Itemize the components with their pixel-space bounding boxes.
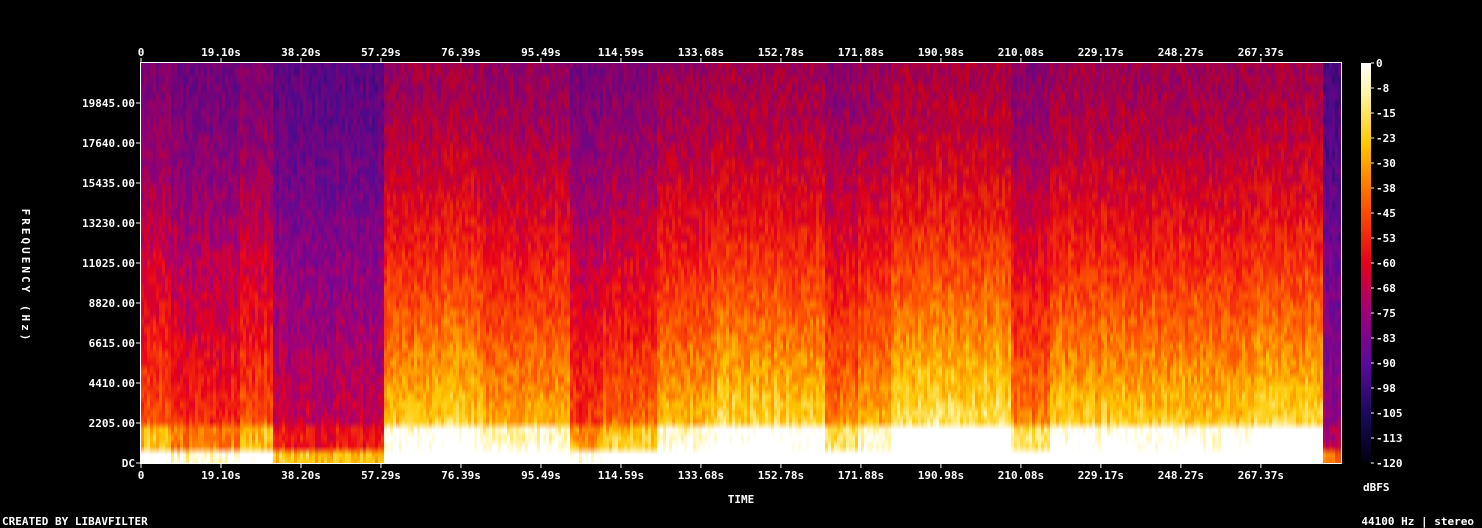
x-axis-label: TIME <box>728 493 755 506</box>
colorbar-tick-label: -8 <box>1376 82 1389 95</box>
spectrogram-plot <box>140 62 1342 464</box>
x-axis-top: 0 19.10s 38.20s 57.29s 76.39s 95.49s 114.59s 13… <box>138 46 1284 62</box>
colorbar: 0 -8 -15 -23 -30 -38 -45 -53 -60 -68 -75 -83 -90 -98 -… <box>1361 57 1403 494</box>
x-tick-label-bottom: 19.10s <box>201 469 241 482</box>
x-tick-label-top: 267.37s <box>1238 46 1284 59</box>
x-tick-label-bottom: 38.20s <box>281 469 321 482</box>
x-tick-label-top: 76.39s <box>441 46 481 59</box>
y-axis-label: FREQUENCY (Hz) <box>19 209 32 344</box>
y-tick-label: 13230.00 <box>82 217 135 230</box>
x-tick-label-bottom: 57.29s <box>361 469 401 482</box>
x-tick-label-top: 190.98s <box>918 46 964 59</box>
x-tick-label-bottom: 229.17s <box>1078 469 1124 482</box>
x-tick-label-bottom: 152.78s <box>758 469 804 482</box>
x-tick-label-top: 114.59s <box>598 46 644 59</box>
x-tick-label-bottom: 76.39s <box>441 469 481 482</box>
x-tick-label-top: 38.20s <box>281 46 321 59</box>
x-tick-label-top: 133.68s <box>678 46 724 59</box>
y-tick-label: 11025.00 <box>82 257 135 270</box>
footer-sample-info: 44100 Hz | stereo <box>1361 515 1474 528</box>
y-tick-label: 4410.00 <box>89 377 135 390</box>
x-tick-label-bottom: 133.68s <box>678 469 724 482</box>
colorbar-tick-label: -98 <box>1376 382 1396 395</box>
colorbar-tick-label: -83 <box>1376 332 1396 345</box>
y-tick-label: 17640.00 <box>82 137 135 150</box>
colorbar-tick-label: -113 <box>1376 432 1403 445</box>
spectrogram-figure: 0 19.10s 38.20s 57.29s 76.39s 95.49s 114.59s 13… <box>2 46 1474 528</box>
y-tick-label: 2205.00 <box>89 417 135 430</box>
y-axis: DC 2205.00 4410.00 6615.00 8820.00 11025.00 13… <box>82 97 140 470</box>
y-tick-label: 6615.00 <box>89 337 135 350</box>
x-tick-label-bottom: 190.98s <box>918 469 964 482</box>
x-tick-label-top: 210.08s <box>998 46 1044 59</box>
colorbar-tick-label: -120 <box>1376 457 1403 470</box>
x-tick-label-top: 229.17s <box>1078 46 1124 59</box>
x-tick-label-bottom: 267.37s <box>1238 469 1284 482</box>
colorbar-ticks: 0 -8 -15 -23 -30 -38 -45 -53 -60 -68 -75 -83 -90 -98 -… <box>1371 57 1403 470</box>
spectrogram-shading <box>141 63 1341 463</box>
x-tick-label-top: 248.27s <box>1158 46 1204 59</box>
colorbar-tick-label: -105 <box>1376 407 1403 420</box>
x-tick-label-bottom: 171.88s <box>838 469 884 482</box>
colorbar-tick-label: -53 <box>1376 232 1396 245</box>
colorbar-tick-label: -38 <box>1376 182 1396 195</box>
y-tick-label: DC <box>122 457 135 470</box>
colorbar-tick-label: -68 <box>1376 282 1396 295</box>
x-tick-label-bottom: 0 <box>138 469 145 482</box>
colorbar-tick-label: -45 <box>1376 207 1396 220</box>
x-tick-label-bottom: 114.59s <box>598 469 644 482</box>
y-tick-label: 8820.00 <box>89 297 135 310</box>
x-tick-label-top: 57.29s <box>361 46 401 59</box>
footer-created-by: CREATED BY LIBAVFILTER <box>2 515 148 528</box>
colorbar-tick-label: 0 <box>1376 57 1383 70</box>
y-tick-label: 19845.00 <box>82 97 135 110</box>
x-tick-label-top: 171.88s <box>838 46 884 59</box>
colorbar-tick-label: -30 <box>1376 157 1396 170</box>
colorbar-tick-label: -60 <box>1376 257 1396 270</box>
x-tick-label-top: 152.78s <box>758 46 804 59</box>
colorbar-tick-label: -23 <box>1376 132 1396 145</box>
x-tick-label-bottom: 95.49s <box>521 469 561 482</box>
x-tick-label-top: 0 <box>138 46 145 59</box>
y-tick-label: 15435.00 <box>82 177 135 190</box>
colorbar-tick-label: -90 <box>1376 357 1396 370</box>
colorbar-gradient <box>1361 63 1371 463</box>
x-tick-label-bottom: 210.08s <box>998 469 1044 482</box>
colorbar-tick-label: -75 <box>1376 307 1396 320</box>
x-tick-label-top: 95.49s <box>521 46 561 59</box>
x-axis-bottom: 0 19.10s 38.20s 57.29s 76.39s 95.49s 114.59s 13… <box>138 464 1284 482</box>
x-tick-label-bottom: 248.27s <box>1158 469 1204 482</box>
colorbar-label: dBFS <box>1363 481 1390 494</box>
x-tick-label-top: 19.10s <box>201 46 241 59</box>
colorbar-tick-label: -15 <box>1376 107 1396 120</box>
